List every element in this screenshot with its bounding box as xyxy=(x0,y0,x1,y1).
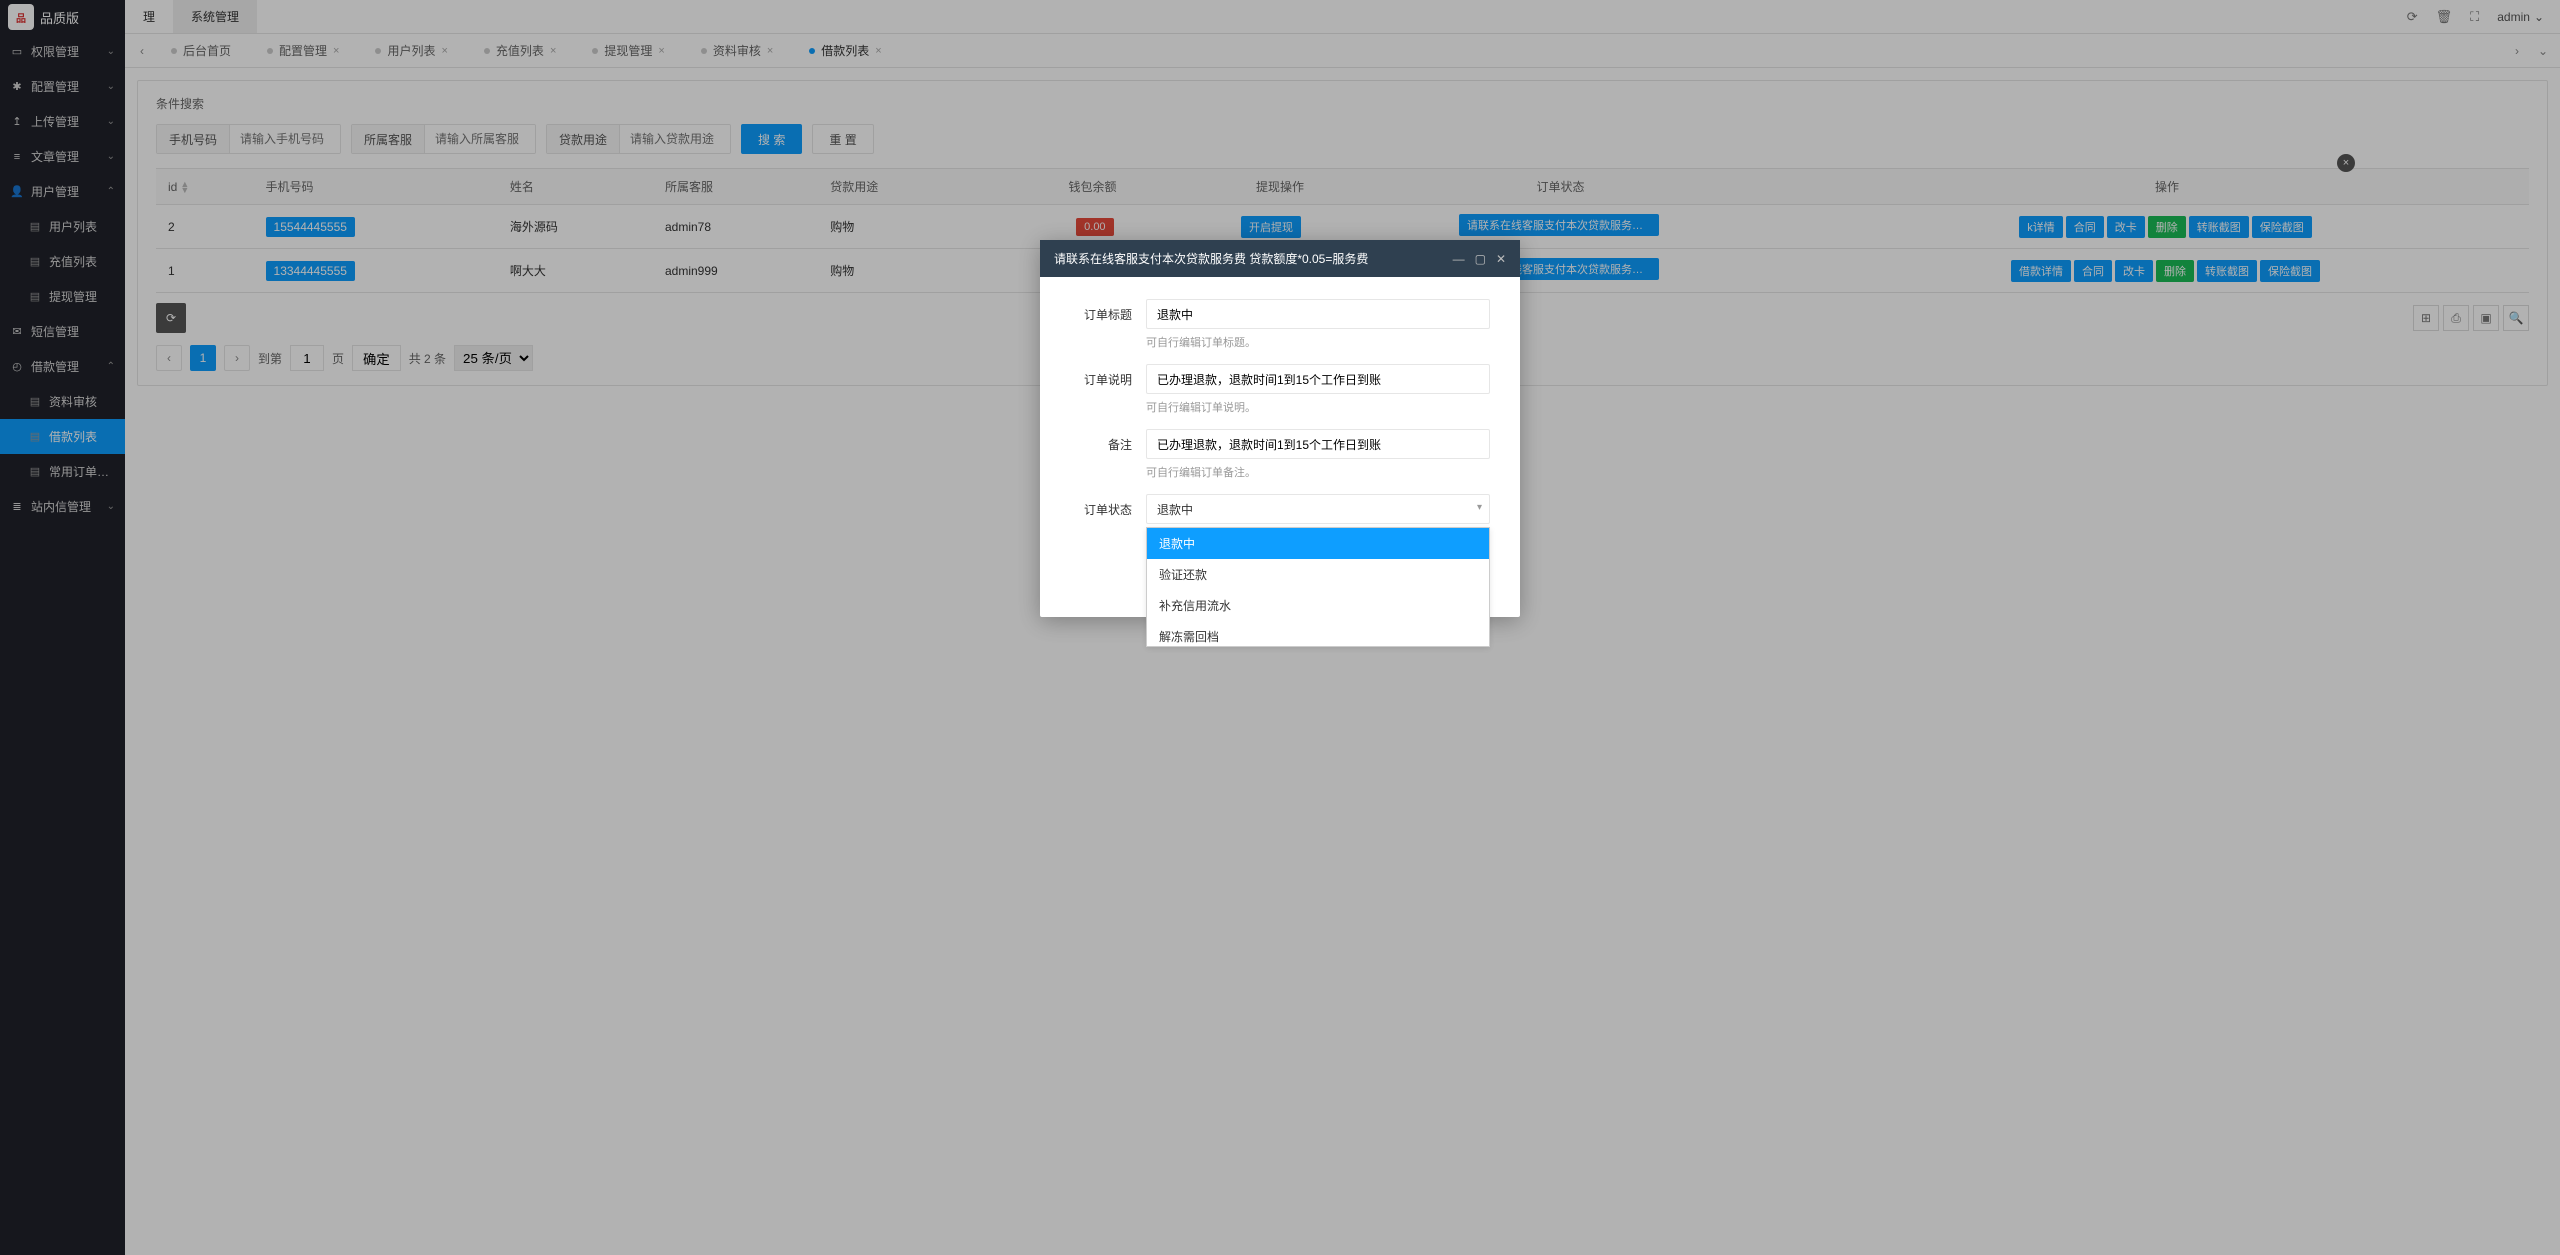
dropdown-option[interactable]: 退款中 xyxy=(1147,528,1489,559)
help-remark: 可自行编辑订单备注。 xyxy=(1146,464,1490,480)
dialog-title: 请联系在线客服支付本次贷款服务费 贷款额度*0.05=服务费 xyxy=(1054,250,1453,267)
label-remark: 备注 xyxy=(1070,429,1146,488)
help-order-title: 可自行编辑订单标题。 xyxy=(1146,334,1490,350)
order-status-dropdown: 退款中 验证还款 补充信用流水 解冻需回档 解冻失败，请激活解冻 xyxy=(1146,527,1490,647)
dialog-maximize-icon[interactable]: ▢ xyxy=(1475,252,1486,266)
order-dialog: 请联系在线客服支付本次贷款服务费 贷款额度*0.05=服务费 — ▢ ✕ 订单标… xyxy=(1040,240,1520,617)
select-order-status[interactable]: 退款中 ▾ xyxy=(1146,494,1490,524)
dropdown-option[interactable]: 验证还款 xyxy=(1147,559,1489,590)
dropdown-option[interactable]: 解冻需回档 xyxy=(1147,621,1489,647)
label-order-status: 订单状态 xyxy=(1070,494,1146,524)
dropdown-option[interactable]: 补充信用流水 xyxy=(1147,590,1489,621)
label-order-title: 订单标题 xyxy=(1070,299,1146,358)
input-order-desc[interactable] xyxy=(1146,364,1490,394)
dialog-minimize-icon[interactable]: — xyxy=(1453,252,1465,266)
chevron-down-icon: ▾ xyxy=(1477,502,1482,513)
input-order-title[interactable] xyxy=(1146,299,1490,329)
help-order-desc: 可自行编辑订单说明。 xyxy=(1146,399,1490,415)
label-order-desc: 订单说明 xyxy=(1070,364,1146,423)
input-remark[interactable] xyxy=(1146,429,1490,459)
dialog-close-icon[interactable]: ✕ xyxy=(1496,252,1506,266)
